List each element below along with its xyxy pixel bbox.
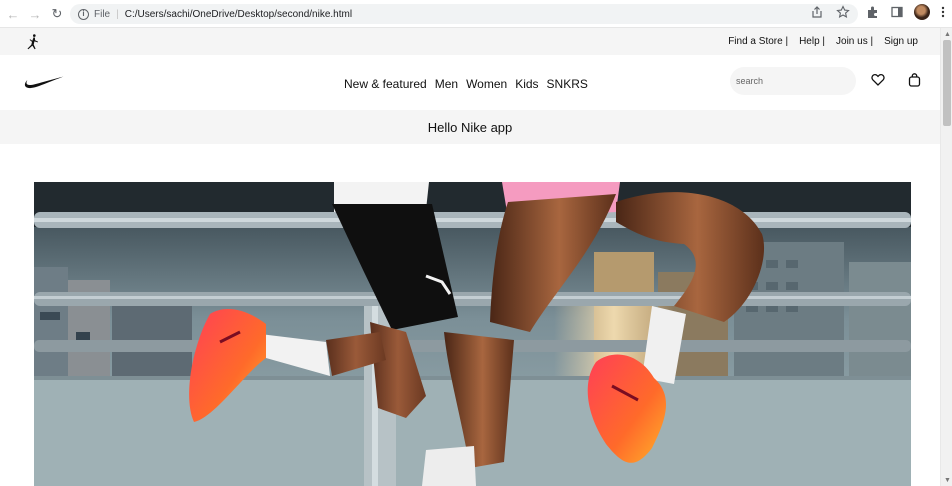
nav-kids[interactable]: Kids xyxy=(515,77,538,91)
nav-new-featured[interactable]: New & featured xyxy=(344,77,427,91)
jordan-logo-icon[interactable] xyxy=(26,34,41,50)
find-store-link[interactable]: Find a Store | xyxy=(728,36,788,47)
nav-snkrs[interactable]: SNKRS xyxy=(547,77,588,91)
url-separator: | xyxy=(116,8,119,20)
address-bar[interactable]: i File | C:/Users/sachi/OneDrive/Desktop… xyxy=(70,4,858,24)
primary-nav-links: New & featured Men Women Kids SNKRS xyxy=(344,77,588,91)
info-icon[interactable]: i xyxy=(78,8,89,20)
search-input[interactable] xyxy=(730,67,856,95)
bag-icon[interactable] xyxy=(908,73,921,87)
sidepanel-icon[interactable] xyxy=(890,5,904,19)
page-scrollbar[interactable]: ▲ ▼ xyxy=(940,28,952,486)
nav-women[interactable]: Women xyxy=(466,77,507,91)
hero-runners-illustration xyxy=(34,182,911,486)
scroll-down-arrow-icon[interactable]: ▼ xyxy=(944,477,951,484)
menu-icon[interactable] xyxy=(940,5,946,19)
heart-icon[interactable] xyxy=(871,73,885,86)
promo-banner: Hello Nike app xyxy=(0,110,940,144)
join-us-link[interactable]: Join us | xyxy=(836,36,873,47)
browser-actions xyxy=(810,4,946,20)
sign-up-link[interactable]: Sign up xyxy=(884,36,918,47)
share-icon[interactable] xyxy=(810,5,824,19)
promo-text[interactable]: Hello Nike app xyxy=(428,120,513,135)
extensions-icon[interactable] xyxy=(866,5,880,19)
main-nav: New & featured Men Women Kids SNKRS xyxy=(0,55,940,110)
hero-image[interactable] xyxy=(34,182,911,486)
scroll-up-arrow-icon[interactable]: ▲ xyxy=(944,31,951,38)
back-arrow-icon[interactable]: ← xyxy=(2,3,24,25)
nav-men[interactable]: Men xyxy=(435,77,458,91)
help-link[interactable]: Help | xyxy=(799,36,825,47)
profile-avatar[interactable] xyxy=(914,4,930,20)
forward-arrow-icon[interactable]: → xyxy=(24,3,46,25)
url-scheme: File xyxy=(94,8,111,20)
browser-toolbar: ← → ↻ i File | C:/Users/sachi/OneDrive/D… xyxy=(0,0,952,28)
star-icon[interactable] xyxy=(836,5,850,19)
utility-links: Find a Store | Help | Join us | Sign up xyxy=(728,36,918,47)
url-text[interactable]: C:/Users/sachi/OneDrive/Desktop/second/n… xyxy=(125,9,352,20)
reload-icon[interactable]: ↻ xyxy=(46,3,68,25)
nike-swoosh-logo-icon[interactable] xyxy=(24,75,64,90)
scroll-thumb[interactable] xyxy=(943,40,951,126)
utility-bar: Find a Store | Help | Join us | Sign up xyxy=(0,28,940,55)
